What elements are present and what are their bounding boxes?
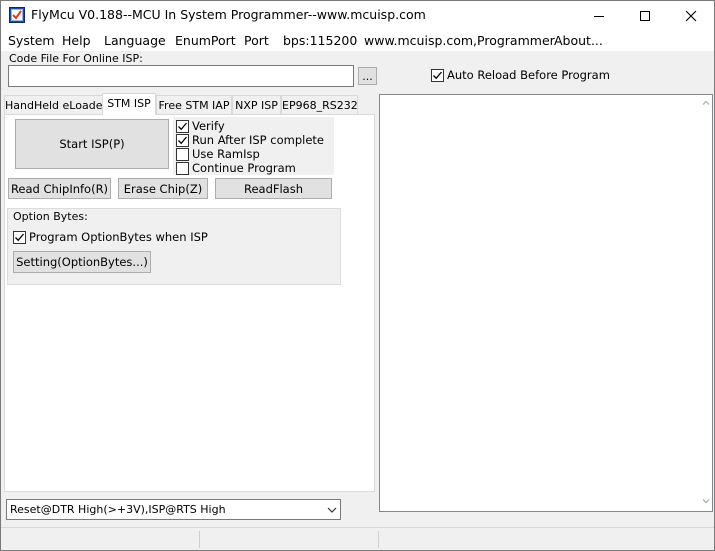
minimize-button[interactable]	[576, 1, 622, 30]
minimize-icon	[594, 15, 604, 17]
maximize-button[interactable]	[622, 1, 668, 30]
start-isp-button[interactable]: Start ISP(P)	[15, 119, 169, 169]
status-separator	[378, 531, 379, 548]
checkmark-icon	[15, 233, 24, 241]
app-icon	[9, 7, 25, 23]
read-chipinfo-button[interactable]: Read ChipInfo(R)	[8, 178, 111, 199]
reset-mode-select[interactable]: Reset@DTR High(>+3V),ISP@RTS High	[6, 499, 341, 520]
option-bytes-title: Option Bytes:	[13, 210, 88, 223]
continue-program-checkbox[interactable]: Continue Program	[176, 161, 296, 175]
verify-checkbox[interactable]: Verify	[176, 119, 225, 133]
checkbox-box[interactable]	[13, 230, 26, 244]
run-after-isp-checkbox[interactable]: Run After ISP complete	[176, 133, 324, 147]
log-output[interactable]	[379, 94, 713, 512]
maximize-icon	[640, 10, 650, 21]
menu-bar: System Help Language EnumPort Port bps:1…	[1, 31, 714, 51]
tab-free-stm-iap[interactable]: Free STM IAP	[156, 95, 232, 114]
checkbox-box[interactable]	[431, 68, 444, 82]
checkbox-box[interactable]	[176, 119, 189, 133]
verify-label: Verify	[192, 119, 225, 133]
status-separator	[199, 531, 200, 548]
menu-help[interactable]: Help	[62, 33, 91, 48]
auto-reload-checkbox[interactable]: Auto Reload Before Program	[431, 68, 610, 82]
scroll-up-icon[interactable]	[701, 97, 711, 111]
checkmark-icon	[178, 136, 187, 144]
scroll-down-icon[interactable]	[701, 495, 711, 509]
optionbytes-setting-button[interactable]: Setting(OptionBytes...)	[13, 251, 151, 273]
menu-about[interactable]: About...	[554, 33, 603, 48]
readflash-button[interactable]: ReadFlash	[215, 178, 332, 199]
program-optionbytes-label: Program OptionBytes when ISP	[29, 230, 208, 244]
chevron-down-icon[interactable]	[323, 500, 340, 519]
checkbox-box[interactable]	[176, 161, 189, 175]
isp-options: Verify Run After ISP complete Use RamIsp…	[173, 117, 334, 175]
erase-chip-button[interactable]: Erase Chip(Z)	[118, 178, 208, 199]
close-button[interactable]	[668, 1, 714, 30]
tab-stm-isp[interactable]: STM ISP	[102, 93, 156, 115]
reset-mode-value: Reset@DTR High(>+3V),ISP@RTS High	[10, 503, 226, 516]
tab-nxp-isp[interactable]: NXP ISP	[232, 95, 281, 114]
checkbox-box[interactable]	[176, 147, 189, 161]
use-ramisp-checkbox[interactable]: Use RamIsp	[176, 147, 260, 161]
checkmark-icon	[433, 71, 442, 79]
run-after-isp-label: Run After ISP complete	[192, 133, 324, 147]
tab-ep968-rs232[interactable]: EP968_RS232	[281, 95, 358, 114]
auto-reload-label: Auto Reload Before Program	[447, 68, 610, 82]
checkbox-box[interactable]	[176, 133, 189, 147]
window-title: FlyMcu V0.188--MCU In System Programmer-…	[31, 7, 426, 22]
code-file-input[interactable]	[8, 65, 354, 87]
menu-system[interactable]: System	[8, 33, 55, 48]
menu-port[interactable]: Port	[244, 33, 269, 48]
status-bar	[1, 527, 714, 550]
menu-bps[interactable]: bps:115200	[283, 33, 357, 48]
checkmark-icon	[178, 122, 187, 130]
use-ramisp-label: Use RamIsp	[192, 147, 260, 161]
code-file-label: Code File For Online ISP:	[9, 52, 143, 65]
menu-language[interactable]: Language	[104, 33, 166, 48]
program-optionbytes-checkbox[interactable]: Program OptionBytes when ISP	[13, 230, 208, 244]
tab-handheld-eloader[interactable]: HandHeld eLoader	[4, 95, 107, 114]
menu-enumport[interactable]: EnumPort	[175, 33, 236, 48]
close-icon	[685, 10, 697, 21]
continue-program-label: Continue Program	[192, 161, 296, 175]
browse-button[interactable]: ...	[358, 67, 377, 85]
menu-website-programmer[interactable]: www.mcuisp.com,Programmer	[364, 33, 555, 48]
